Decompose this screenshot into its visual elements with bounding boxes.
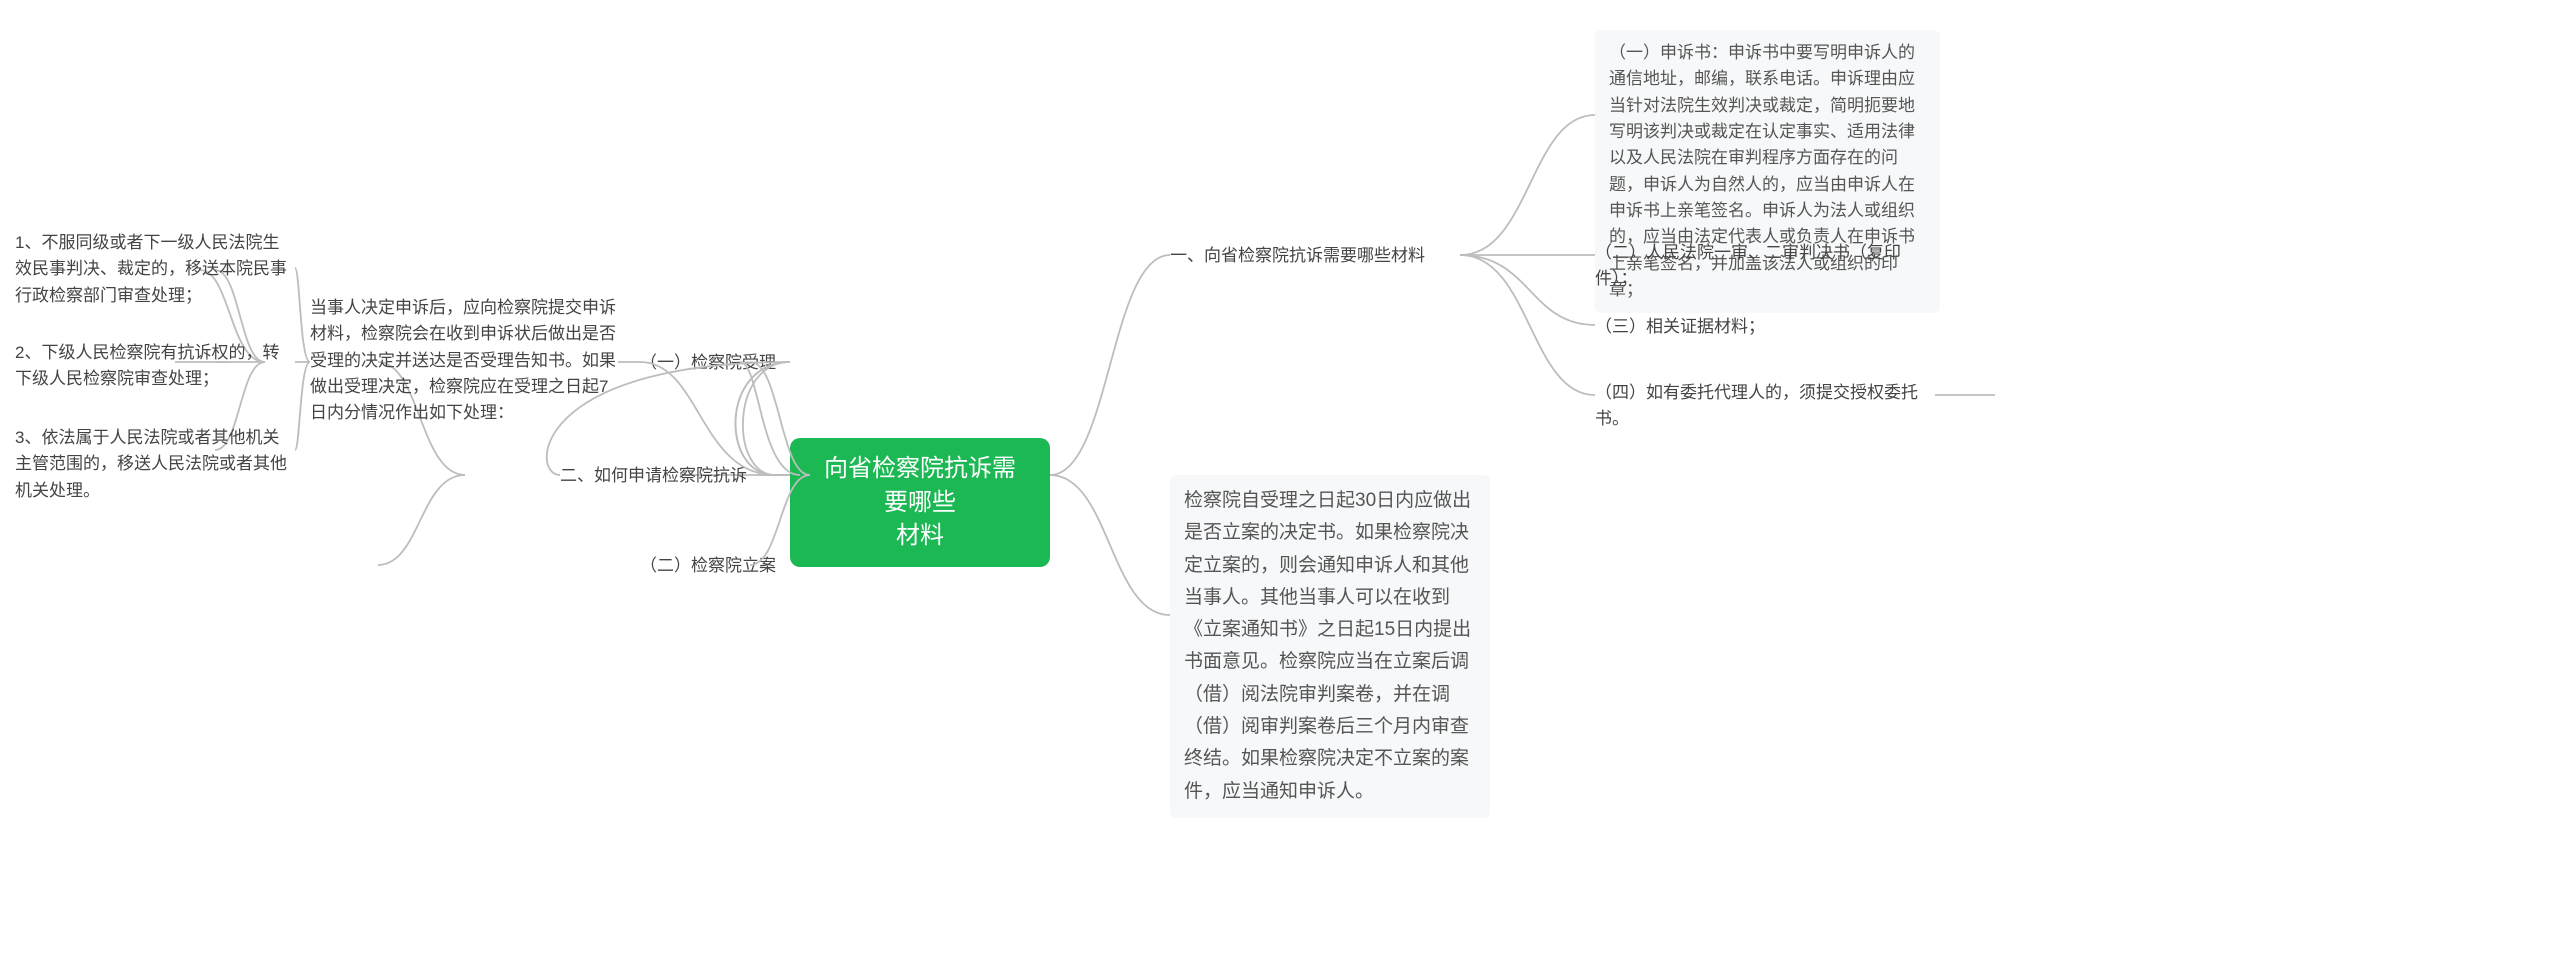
right-branch-1[interactable]: 一、向省检察院抗诉需要哪些材料 — [1170, 243, 1470, 269]
left-sub1-item3[interactable]: 3、依法属于人民法院或者其他机关主管范围的，移送人民法院或者其他机关处理。 — [15, 425, 295, 504]
left-sub1-item2-text: 2、下级人民检察院有抗诉权的，转下级人民检察院审查处理； — [15, 343, 279, 388]
center-title-line1: 向省检察院抗诉需要哪些 — [818, 452, 1022, 519]
left-sub1[interactable]: （一）检察院受理 — [640, 350, 790, 376]
center-topic[interactable]: 向省检察院抗诉需要哪些 材料 — [790, 438, 1050, 567]
left-sub2[interactable]: （二）检察院立案 — [640, 553, 790, 579]
left-sub1-item2[interactable]: 2、下级人民检察院有抗诉权的，转下级人民检察院审查处理； — [15, 340, 295, 393]
right-branch1-item3-text: （三）相关证据材料； — [1595, 317, 1765, 336]
right-branch1-item4[interactable]: （四）如有委托代理人的，须提交授权委托书。 — [1595, 380, 1940, 433]
left-sub1-item1[interactable]: 1、不服同级或者下一级人民法院生效民事判决、裁定的，移送本院民事行政检察部门审查… — [15, 230, 295, 309]
left-sub1-intro[interactable]: 当事人决定申诉后，应向检察院提交申诉材料，检察院会在收到申诉状后做出是否受理的决… — [310, 295, 620, 427]
left-branch-label: 二、如何申请检察院抗诉 — [560, 466, 747, 485]
left-sub1-intro-text: 当事人决定申诉后，应向检察院提交申诉材料，检察院会在收到申诉状后做出是否受理的决… — [310, 298, 616, 422]
left-sub1-item1-text: 1、不服同级或者下一级人民法院生效民事判决、裁定的，移送本院民事行政检察部门审查… — [15, 233, 287, 305]
right-branch1-item2-text: （二）人民法院一审、二审判决书（复印件）； — [1595, 243, 1901, 288]
right-branch1-item2[interactable]: （二）人民法院一审、二审判决书（复印件）； — [1595, 240, 1940, 293]
right-branch-2[interactable]: 检察院自受理之日起30日内应做出是否立案的决定书。如果检察院决定立案的，则会通知… — [1170, 475, 1490, 818]
right-branch-1-label: 一、向省检察院抗诉需要哪些材料 — [1170, 246, 1425, 265]
right-branch-2-text: 检察院自受理之日起30日内应做出是否立案的决定书。如果检察院决定立案的，则会通知… — [1184, 490, 1471, 802]
left-branch[interactable]: 二、如何申请检察院抗诉 — [560, 463, 780, 489]
right-branch1-item4-text: （四）如有委托代理人的，须提交授权委托书。 — [1595, 383, 1918, 428]
left-sub2-label: （二）检察院立案 — [640, 556, 776, 575]
center-title-line2: 材料 — [818, 519, 1022, 553]
left-sub1-item3-text: 3、依法属于人民法院或者其他机关主管范围的，移送人民法院或者其他机关处理。 — [15, 428, 287, 500]
right-branch1-item3[interactable]: （三）相关证据材料； — [1595, 314, 1940, 340]
left-sub1-label: （一）检察院受理 — [640, 353, 776, 372]
